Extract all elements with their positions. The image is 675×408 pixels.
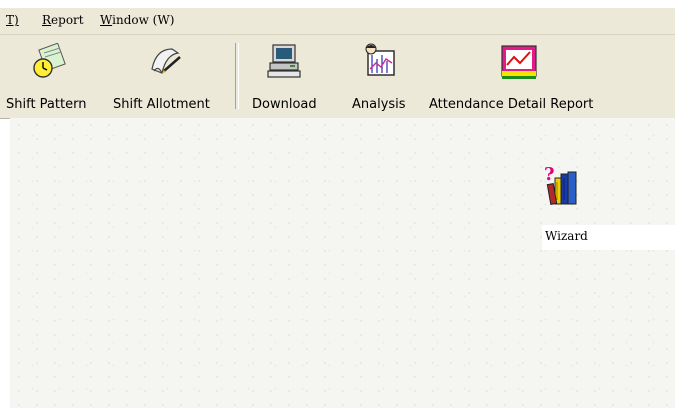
books-question-icon[interactable]: ? — [543, 164, 583, 208]
calendar-clock-icon — [33, 43, 66, 78]
wizard-shortcut-label-box[interactable]: Wizard — [542, 225, 675, 250]
shift-pattern-label: Shift Pattern — [6, 97, 87, 112]
shift-pattern-button[interactable]: Shift Pattern — [0, 39, 105, 115]
shift-allotment-button[interactable]: Shift Allotment — [110, 39, 228, 115]
menu-tools[interactable]: T) — [6, 13, 19, 27]
chart-person-icon — [365, 43, 395, 76]
scroll-pen-icon — [151, 48, 181, 74]
toolbar-separator — [235, 43, 239, 109]
menu-window[interactable]: Window (W) — [100, 13, 174, 27]
shift-allotment-label: Shift Allotment — [113, 97, 210, 112]
computer-terminal-icon — [267, 44, 301, 78]
menu-report[interactable]: Report — [42, 13, 84, 27]
line-chart-report-icon — [501, 45, 537, 79]
download-label: Download — [252, 97, 317, 112]
main-toolbar: Shift Pattern Shift Allotment Download A… — [0, 35, 675, 119]
attendance-detail-report-label: Attendance Detail Report — [429, 97, 594, 112]
attendance-detail-report-button[interactable]: Attendance Detail Report — [425, 39, 620, 115]
wizard-label: Wizard — [545, 229, 588, 243]
workspace-area: ? Wizard — [10, 118, 675, 408]
svg-text:?: ? — [544, 164, 555, 185]
menu-bar: T) Report Window (W) — [0, 8, 675, 35]
analysis-label: Analysis — [352, 97, 406, 112]
analysis-button[interactable]: Analysis — [345, 39, 415, 115]
download-button[interactable]: Download — [246, 39, 330, 115]
